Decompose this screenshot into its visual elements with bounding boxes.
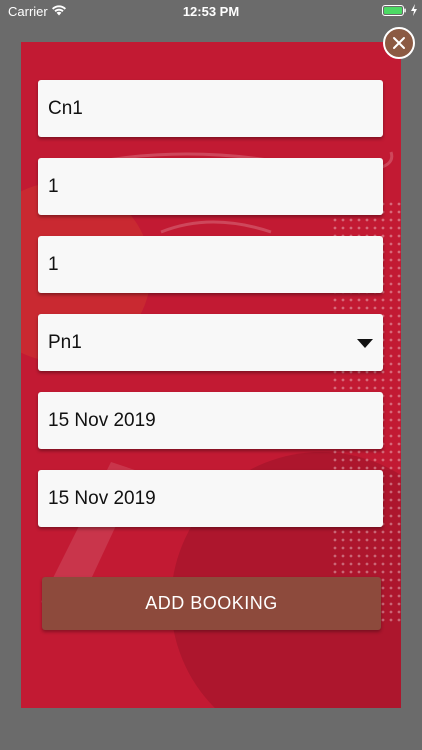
product-dropdown[interactable]: Pn1 bbox=[38, 314, 383, 371]
start-date-value: 15 Nov 2019 bbox=[48, 410, 156, 431]
quantity-field[interactable]: 1 bbox=[38, 158, 383, 215]
dropdown-arrow-icon bbox=[357, 339, 373, 348]
status-time: 12:53 PM bbox=[182, 4, 240, 19]
customer-name-field[interactable]: Cn1 bbox=[38, 80, 383, 137]
charging-bolt-icon bbox=[411, 4, 417, 16]
end-date-field[interactable]: 15 Nov 2019 bbox=[38, 470, 383, 527]
status-bar: Carrier 12:53 PM bbox=[0, 0, 422, 24]
battery-full-icon bbox=[382, 5, 406, 16]
close-button[interactable] bbox=[383, 27, 415, 59]
count-field[interactable]: 1 bbox=[38, 236, 383, 293]
close-icon bbox=[393, 37, 405, 49]
count-value: 1 bbox=[48, 254, 59, 275]
quantity-value: 1 bbox=[48, 176, 59, 197]
product-dropdown-value: Pn1 bbox=[48, 332, 82, 353]
end-date-value: 15 Nov 2019 bbox=[48, 488, 156, 509]
start-date-field[interactable]: 15 Nov 2019 bbox=[38, 392, 383, 449]
add-booking-button[interactable]: ADD BOOKING bbox=[42, 577, 381, 630]
customer-name-value: Cn1 bbox=[48, 98, 83, 119]
